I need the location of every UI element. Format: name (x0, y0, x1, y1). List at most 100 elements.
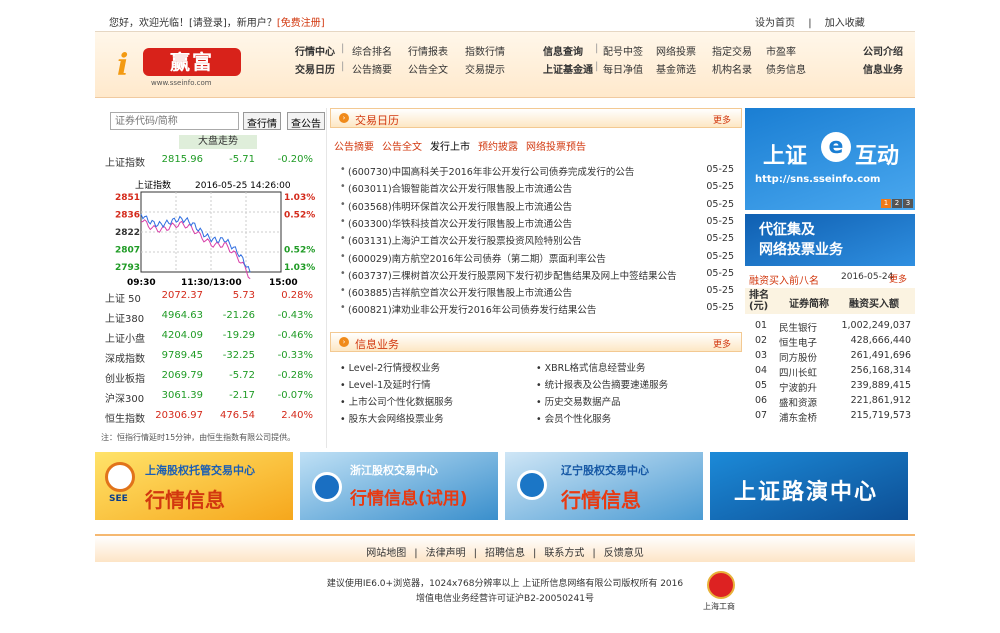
infobiz-label[interactable]: 会员个性化服务 (545, 414, 612, 425)
news-title[interactable]: (603131)上海沪工首次公开发行股票投资风险特别公告 (348, 233, 582, 247)
set-home-link[interactable]: 设为首页 (755, 18, 795, 29)
news-title[interactable]: (603737)三棵树首次公开发行股票网下发行初步配售结果及网上中签结果公告 (348, 268, 677, 282)
index-row[interactable]: 沪深300 3061.39 -2.17 -0.07% (95, 390, 327, 406)
news-item[interactable]: • (600730)中国高科关于2016年非公开发行公司债券完成发行的公告 05-2… (340, 164, 740, 181)
pager-3[interactable]: 3 (903, 199, 913, 208)
shanghai-equity-banner[interactable]: SEE 上海股权托管交易中心 行情信息 (95, 452, 293, 520)
nav-item[interactable]: 信息查询 (543, 43, 583, 58)
voting-banner[interactable]: 代征集及 网络投票业务 (745, 214, 915, 266)
nav-item[interactable]: 信息业务 (863, 61, 903, 76)
margin-row[interactable]: 02 恒生电子 428,666,440 (745, 335, 915, 350)
news-title[interactable]: (603885)吉祥航空首次公开发行限售股上市流通公告 (348, 285, 572, 299)
news-item[interactable]: • (603885)吉祥航空首次公开发行限售股上市流通公告 05-25 (340, 285, 740, 302)
index-row[interactable]: 上证 50 2072.37 5.73 0.28% (95, 290, 327, 306)
infobiz-label[interactable]: 股东大会网络投票业务 (349, 414, 444, 425)
news-title[interactable]: (603568)伟明环保首次公开发行限售股上市流通公告 (348, 199, 572, 213)
infobiz-label[interactable]: Level-1及延时行情 (349, 380, 431, 391)
calendar-title[interactable]: 交易日历 (355, 112, 399, 128)
nav-item[interactable]: 行情报表 (408, 43, 448, 58)
news-item[interactable]: • (600029)南方航空2016年公司债券（第二期）票面利率公告 05-25 (340, 251, 740, 268)
infobiz-item[interactable]: • Level-2行情授权业务 (340, 360, 440, 374)
nav-item[interactable]: 公告全文 (408, 61, 448, 76)
infobiz-item[interactable]: • 统计报表及公告摘要速递服务 (536, 377, 668, 391)
calendar-tab[interactable]: 公告全文 (382, 142, 422, 153)
margin-row[interactable]: 01 民生银行 1,002,249,037 (745, 320, 915, 335)
footer-link[interactable]: 网站地图 (366, 548, 406, 559)
nav-item[interactable]: 公司介绍 (863, 43, 903, 58)
infobiz-label[interactable]: Level-2行情授权业务 (349, 363, 441, 374)
margin-name[interactable]: 浦东金桥 (779, 410, 817, 424)
nav-item[interactable]: 每日净值 (603, 61, 643, 76)
nav-item[interactable]: 行情中心 (295, 43, 335, 58)
news-title[interactable]: (600029)南方航空2016年公司债券（第二期）票面利率公告 (348, 251, 606, 265)
index-row[interactable]: 上证小盘 4204.09 -19.29 -0.46% (95, 330, 327, 346)
infobiz-label[interactable]: 上市公司个性化数据服务 (349, 397, 454, 408)
margin-name[interactable]: 恒生电子 (779, 335, 817, 349)
infobiz-more-link[interactable]: 更多 (713, 337, 731, 350)
infobiz-item[interactable]: • XBRL格式信息经营业务 (536, 360, 646, 374)
calendar-more-link[interactable]: 更多 (713, 113, 731, 126)
zhejiang-equity-banner[interactable]: 浙江股权交易中心 行情信息(试用) (300, 452, 498, 520)
news-item[interactable]: • (603737)三棵树首次公开发行股票网下发行初步配售结果及网上中签结果公告 0… (340, 268, 740, 285)
margin-row[interactable]: 05 宁波韵升 239,889,415 (745, 380, 915, 395)
nav-item[interactable]: 综合排名 (352, 43, 392, 58)
nav-item[interactable]: 网络投票 (656, 43, 696, 58)
news-title[interactable]: (600821)津劝业非公开发行2016年公司债券发行结果公告 (348, 302, 596, 316)
index-row[interactable]: 恒生指数 20306.97 476.54 2.40% (95, 410, 327, 426)
nav-item[interactable]: 机构名录 (712, 61, 752, 76)
notice-button[interactable]: 查公告 (287, 112, 325, 130)
nav-item[interactable]: 配号中签 (603, 43, 643, 58)
news-item[interactable]: • (603300)华铁科技首次公开发行限售股上市流通公告 05-25 (340, 216, 740, 233)
roadshow-banner[interactable]: 上证路演中心 (710, 452, 908, 520)
margin-name[interactable]: 宁波韵升 (779, 380, 817, 394)
business-license-badge-icon[interactable] (707, 571, 735, 599)
nav-item[interactable]: 指数行情 (465, 43, 505, 58)
infobiz-item[interactable]: • Level-1及延时行情 (340, 377, 431, 391)
news-item[interactable]: • (600821)津劝业非公开发行2016年公司债券发行结果公告 05-25 (340, 302, 740, 319)
margin-name[interactable]: 民生银行 (779, 320, 817, 334)
margin-name[interactable]: 盛和资源 (779, 395, 817, 409)
sse-interaction-banner[interactable]: 上证 e 互动 http://sns.sseinfo.com 123 (745, 108, 915, 210)
footer-link[interactable]: 反馈意见 (604, 548, 644, 559)
margin-row[interactable]: 03 同方股份 261,491,696 (745, 350, 915, 365)
calendar-tab[interactable]: 发行上市 (430, 142, 470, 153)
news-item[interactable]: • (603568)伟明环保首次公开发行限售股上市流通公告 05-25 (340, 199, 740, 216)
infobiz-label[interactable]: 统计报表及公告摘要速递服务 (545, 380, 669, 391)
register-link[interactable]: [免费注册] (277, 18, 325, 29)
news-item[interactable]: • (603011)合锻智能首次公开发行限售股上市流通公告 05-25 (340, 181, 740, 198)
infobiz-title[interactable]: 信息业务 (355, 336, 399, 352)
greeting-text[interactable]: 您好，欢迎光临！[请登录]，新用户？ (109, 18, 277, 29)
nav-item[interactable]: 市盈率 (766, 43, 796, 58)
margin-name[interactable]: 同方股份 (779, 350, 817, 364)
site-logo[interactable]: i 赢富 www.sseinfo.com (117, 42, 267, 88)
margin-more-link[interactable]: 更多 (889, 272, 907, 285)
news-title[interactable]: (603011)合锻智能首次公开发行限售股上市流通公告 (348, 181, 572, 195)
footer-link[interactable]: 招聘信息 (485, 548, 525, 559)
nav-item[interactable]: 基金筛选 (656, 61, 696, 76)
infobiz-item[interactable]: • 会员个性化服务 (536, 411, 611, 425)
liaoning-equity-banner[interactable]: 辽宁股权交易中心 行情信息 (505, 452, 703, 520)
nav-item[interactable]: 公告摘要 (352, 61, 392, 76)
calendar-tab[interactable]: 公告摘要 (334, 142, 374, 153)
footer-link[interactable]: 联系方式 (544, 548, 584, 559)
infobiz-item[interactable]: • 上市公司个性化数据服务 (340, 394, 453, 408)
infobiz-item[interactable]: • 历史交易数据产品 (536, 394, 621, 408)
margin-row[interactable]: 06 盛和资源 221,861,912 (745, 395, 915, 410)
index-row[interactable]: 上证380 4964.63 -21.26 -0.43% (95, 310, 327, 326)
calendar-tab[interactable]: 预约披露 (478, 142, 518, 153)
margin-name[interactable]: 四川长虹 (779, 365, 817, 379)
index-row[interactable]: 创业板指 2069.79 -5.72 -0.28% (95, 370, 327, 386)
margin-row[interactable]: 07 浦东金桥 215,719,573 (745, 410, 915, 425)
news-title[interactable]: (603300)华铁科技首次公开发行限售股上市流通公告 (348, 216, 572, 230)
nav-item[interactable]: 上证基金通 (543, 61, 593, 76)
index-row-sse[interactable]: 上证指数 2815.96 -5.71 -0.20% (95, 154, 327, 170)
pager-2[interactable]: 2 (892, 199, 902, 208)
infobiz-label[interactable]: 历史交易数据产品 (545, 397, 621, 408)
margin-row[interactable]: 04 四川长虹 256,168,314 (745, 365, 915, 380)
news-item[interactable]: • (603131)上海沪工首次公开发行股票投资风险特别公告 05-25 (340, 233, 740, 250)
nav-item[interactable]: 债务信息 (766, 61, 806, 76)
pager-1[interactable]: 1 (881, 199, 891, 208)
bookmark-link[interactable]: 加入收藏 (825, 18, 865, 29)
search-input[interactable] (110, 112, 239, 130)
nav-item[interactable]: 指定交易 (712, 43, 752, 58)
